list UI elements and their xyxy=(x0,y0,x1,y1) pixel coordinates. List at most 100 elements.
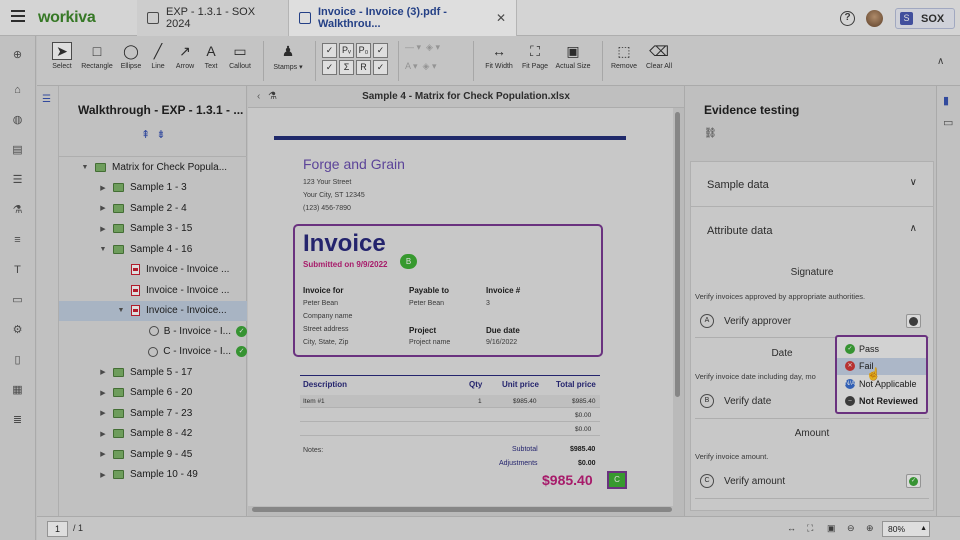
fit-page-button[interactable]: ⛶ Fit Page xyxy=(520,42,550,71)
checklist-icon[interactable]: ☰ xyxy=(11,174,24,186)
tree-item[interactable]: ▶ Sample 8 - 42 xyxy=(59,424,247,445)
section-sample-data[interactable]: Sample data ∨ xyxy=(691,162,933,207)
status-option[interactable]: ✓ Pass xyxy=(837,340,926,358)
caret-right-icon[interactable]: ▶ xyxy=(99,225,107,233)
zoom-out-icon[interactable]: ⊖ xyxy=(847,523,855,534)
page-input[interactable]: 1 xyxy=(47,521,68,537)
tab-invoice-pdf[interactable]: Invoice - Invoice (3).pdf - Walkthrou...… xyxy=(289,0,517,36)
font-color-icon[interactable]: A ▾ xyxy=(405,61,418,71)
stamp-check-3[interactable]: ✓ xyxy=(322,60,337,75)
tree-item[interactable]: B - Invoice - I... ✓ xyxy=(59,321,247,342)
line-style-icon[interactable]: — ▾ xyxy=(405,42,421,52)
tree-item[interactable]: ▶ Sample 6 - 20 xyxy=(59,383,247,404)
avatar[interactable] xyxy=(866,10,883,27)
list-icon[interactable]: ≡ xyxy=(11,234,24,246)
evidence-doc-icon[interactable]: ▮ xyxy=(943,94,949,107)
actual-size-icon[interactable]: ▣ xyxy=(827,523,836,534)
tree-item[interactable]: ▶ Sample 1 - 3 xyxy=(59,178,247,199)
home-icon[interactable]: ⌂ xyxy=(11,84,24,96)
stamp-r[interactable]: R xyxy=(356,60,371,75)
tree-item[interactable]: ▶ Sample 7 - 23 xyxy=(59,403,247,424)
border-color-icon[interactable]: ◈ ▾ xyxy=(423,61,437,71)
actual-size-button[interactable]: ▣ Actual Size xyxy=(554,42,592,71)
tree-item[interactable]: Invoice - Invoice ... xyxy=(59,280,247,301)
binoculars-icon[interactable]: ⛓ xyxy=(704,128,717,139)
tree-item[interactable]: C - Invoice - I... ✓ xyxy=(59,342,247,363)
tree-item[interactable]: ▼ Matrix for Check Popula... xyxy=(59,157,247,178)
book-icon[interactable]: ▯ xyxy=(11,354,24,366)
zoom-select[interactable]: 80% ▲ xyxy=(882,521,930,537)
table-icon[interactable]: ▤ xyxy=(11,144,24,156)
help-icon[interactable]: ? xyxy=(840,11,855,26)
caret-right-icon[interactable]: ▶ xyxy=(99,430,107,438)
caret-down-icon[interactable]: ▼ xyxy=(117,307,125,314)
line-tool[interactable]: ╱ Line xyxy=(148,42,168,71)
clear-all-button[interactable]: ⌫ Clear All xyxy=(644,42,674,71)
status-button-approver[interactable] xyxy=(906,314,921,328)
tree-item[interactable]: ▶ Sample 5 - 17 xyxy=(59,362,247,383)
fit-width-icon[interactable]: ↔ xyxy=(787,523,796,533)
caret-right-icon[interactable]: ▶ xyxy=(99,368,107,376)
database-icon[interactable]: ≣ xyxy=(11,414,24,426)
stamp-pv[interactable]: Pᵥ xyxy=(339,43,354,58)
caret-right-icon[interactable]: ▶ xyxy=(99,450,107,458)
stamp-check[interactable]: ✓ xyxy=(322,43,337,58)
evidence-badge-b[interactable]: B xyxy=(400,254,417,269)
text-doc-icon[interactable]: T xyxy=(11,264,24,276)
arrow-tool[interactable]: ↗ Arrow xyxy=(174,42,196,71)
file-gear-icon[interactable]: ⚙ xyxy=(11,324,24,336)
tree-item[interactable]: ▶ Sample 3 - 15 xyxy=(59,219,247,240)
caret-down-icon[interactable]: ▼ xyxy=(81,164,89,171)
status-button-amount[interactable]: ✓ xyxy=(906,474,921,488)
expand-collapse-icons[interactable]: ⇞ ⇟ xyxy=(141,128,166,141)
workspace-button[interactable]: S SOX xyxy=(895,8,955,29)
select-tool[interactable]: ➤ Select xyxy=(49,42,75,70)
grid-icon[interactable]: ▦ xyxy=(11,384,24,396)
workiva-logo[interactable]: workiva xyxy=(38,9,96,27)
stamp-check-4[interactable]: ✓ xyxy=(373,60,388,75)
close-tab-icon[interactable]: ✕ xyxy=(496,11,506,25)
fill-icon[interactable]: ◈ ▾ xyxy=(426,42,440,52)
stamp-po[interactable]: P₀ xyxy=(356,43,371,58)
tab-sox-2024[interactable]: EXP - 1.3.1 - SOX 2024 xyxy=(137,0,289,36)
rectangle-tool[interactable]: □ Rectangle xyxy=(79,42,115,70)
caret-right-icon[interactable]: ▶ xyxy=(99,409,107,417)
tree-item[interactable]: ▼ Invoice - Invoice... xyxy=(59,300,247,321)
status-option[interactable]: ✕ Fail xyxy=(837,357,926,375)
tree-list-icon[interactable]: ☰ xyxy=(42,94,51,105)
attribute-verify-amount[interactable]: C Verify amount xyxy=(700,474,785,488)
callout-tool[interactable]: ▭ Callout xyxy=(226,42,254,71)
folder-icon[interactable]: ▭ xyxy=(11,294,24,306)
attribute-verify-date[interactable]: B Verify date xyxy=(700,394,771,408)
caret-right-icon[interactable]: ▶ xyxy=(99,471,107,479)
zoom-in-icon[interactable]: ⊕ xyxy=(866,523,874,534)
status-option[interactable]: – Not Reviewed xyxy=(837,393,926,411)
ellipse-tool[interactable]: ◯ Ellipse xyxy=(119,42,143,71)
comment-icon[interactable]: ▭ xyxy=(943,116,953,129)
status-option[interactable]: N/A Not Applicable xyxy=(837,375,926,393)
stamps-tool[interactable]: ♟ Stamps ▾ xyxy=(271,42,305,72)
flask-icon[interactable]: ⚗ xyxy=(11,204,24,216)
tree-item[interactable]: ▶ Sample 2 - 4 xyxy=(59,198,247,219)
caret-down-icon[interactable]: ▼ xyxy=(99,246,107,253)
text-tool[interactable]: A Text xyxy=(201,42,221,70)
globe-icon[interactable]: ◍ xyxy=(11,114,24,126)
remove-button[interactable]: ⬚ Remove xyxy=(610,42,638,71)
horizontal-scrollbar[interactable] xyxy=(252,507,672,512)
attribute-verify-approver[interactable]: A Verify approver xyxy=(700,314,791,328)
tree-item[interactable]: ▼ Sample 4 - 16 xyxy=(59,239,247,260)
stamp-sigma[interactable]: Σ xyxy=(339,60,354,75)
tree-item[interactable]: ▶ Sample 9 - 45 xyxy=(59,444,247,465)
caret-right-icon[interactable]: ▶ xyxy=(99,204,107,212)
add-icon[interactable]: ⊕ xyxy=(11,49,24,61)
caret-right-icon[interactable]: ▶ xyxy=(99,184,107,192)
section-attribute-data[interactable]: Attribute data ∧ xyxy=(691,208,933,253)
stamp-check-2[interactable]: ✓ xyxy=(373,43,388,58)
tree-item[interactable]: Invoice - Invoice ... xyxy=(59,260,247,281)
evidence-badge-c[interactable]: C xyxy=(607,471,627,489)
chevron-up-icon[interactable]: ∧ xyxy=(937,56,944,67)
fit-page-icon[interactable]: ⛶ xyxy=(807,523,813,534)
menu-icon[interactable] xyxy=(11,10,25,22)
fit-width-button[interactable]: ↔ Fit Width xyxy=(483,42,515,70)
caret-right-icon[interactable]: ▶ xyxy=(99,389,107,397)
